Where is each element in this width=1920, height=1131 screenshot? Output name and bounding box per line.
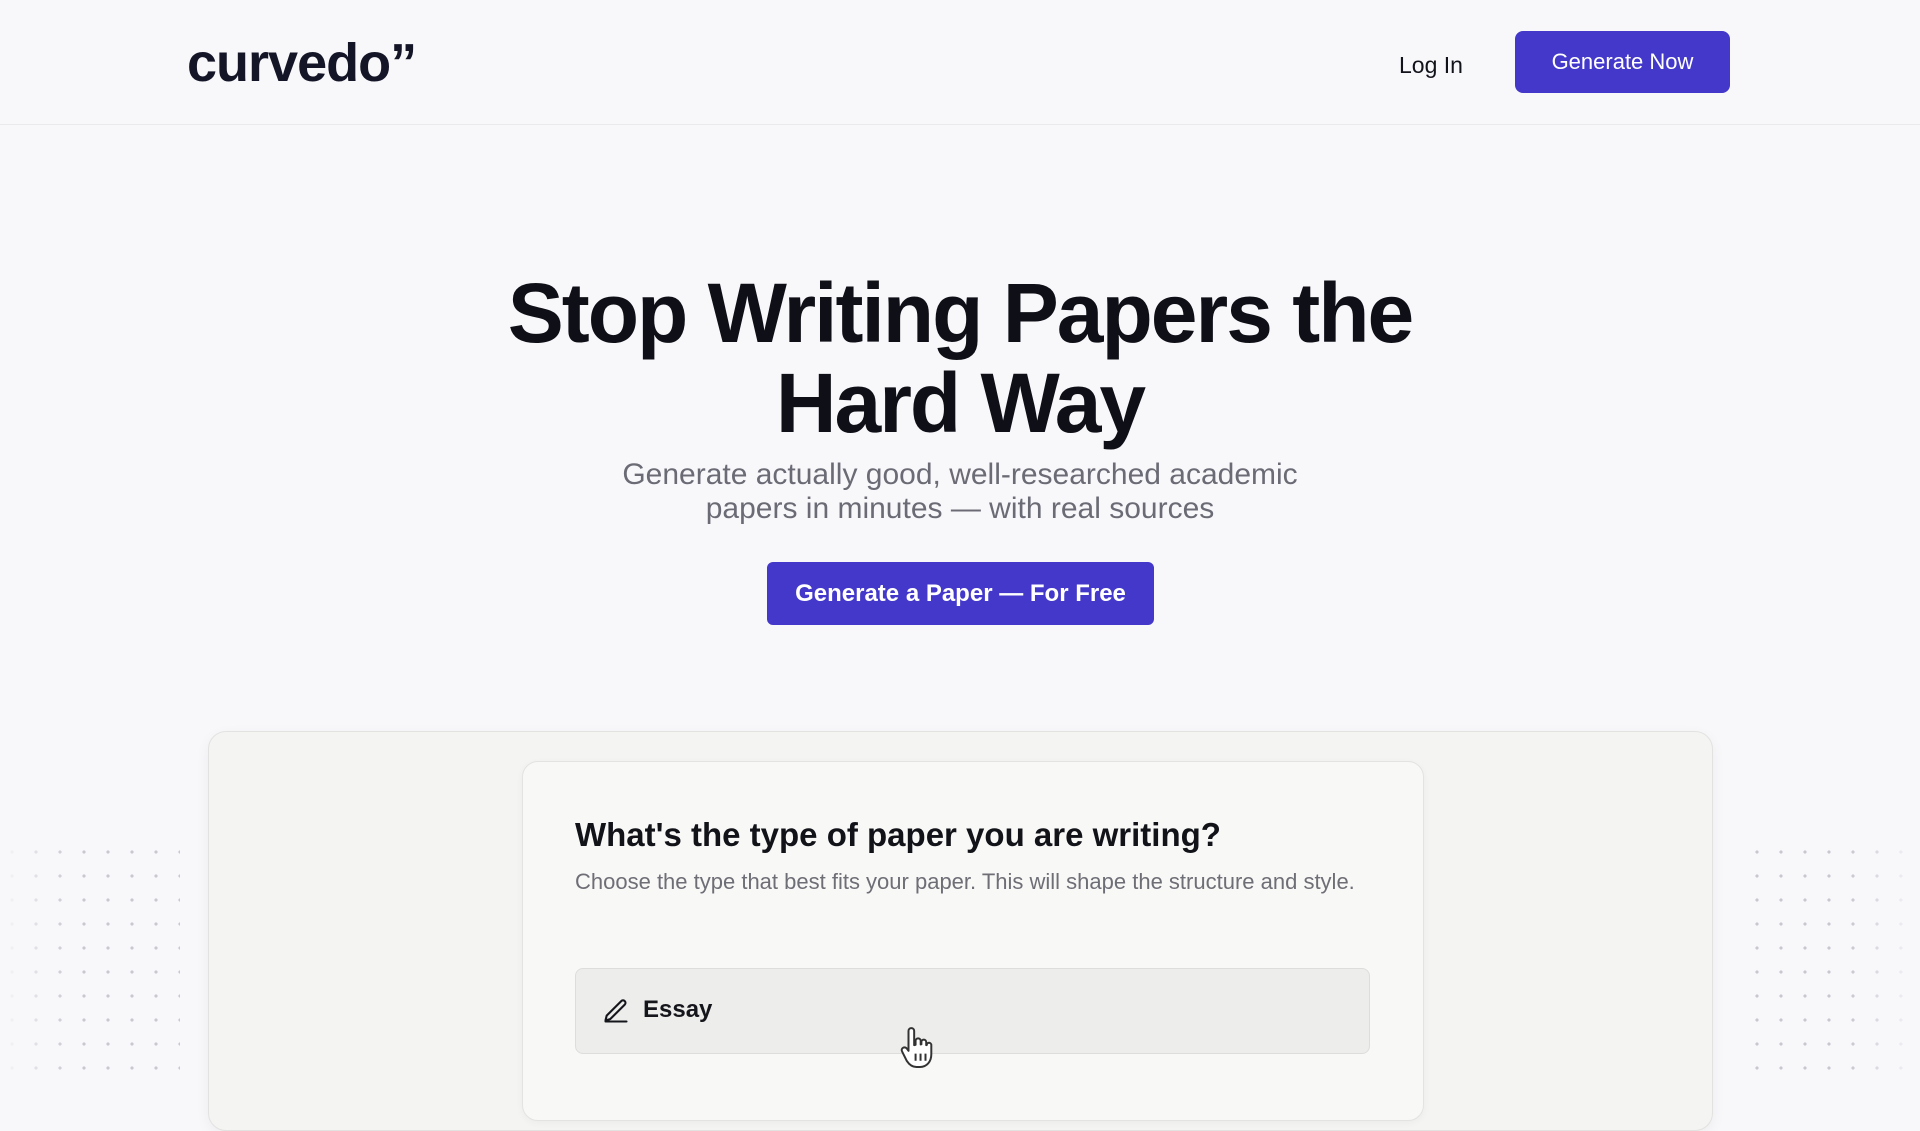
hero-title-line-2: Hard Way [775,356,1146,450]
pencil-icon [604,999,628,1023]
hero-subtitle-line-1: Generate actually good, well-researched … [622,458,1298,491]
dot-pattern-left [0,840,180,1080]
generate-paper-button[interactable]: Generate a Paper — For Free [767,562,1154,625]
hero-subtitle: Generate actually good, well-researched … [560,458,1360,526]
logo[interactable]: curvedo” [187,30,417,96]
generate-now-button[interactable]: Generate Now [1515,31,1730,93]
login-link[interactable]: Log In [1366,47,1496,83]
dot-pattern-right [1745,840,1920,1080]
paper-type-option-label: Essay [643,996,713,1023]
hero-title-line-1: Stop Writing Papers the [507,266,1415,360]
hand-pointer-icon [900,1027,933,1068]
hero-title: Stop Writing Papers the Hard Way [360,268,1560,448]
paper-type-description: Choose the type that best fits your pape… [575,869,1355,894]
hero-subtitle-line-2: papers in minutes — with real sources [705,492,1215,525]
site-header: curvedo” Log In Generate Now [0,0,1920,125]
paper-type-question: What's the type of paper you are writing… [575,816,1221,853]
